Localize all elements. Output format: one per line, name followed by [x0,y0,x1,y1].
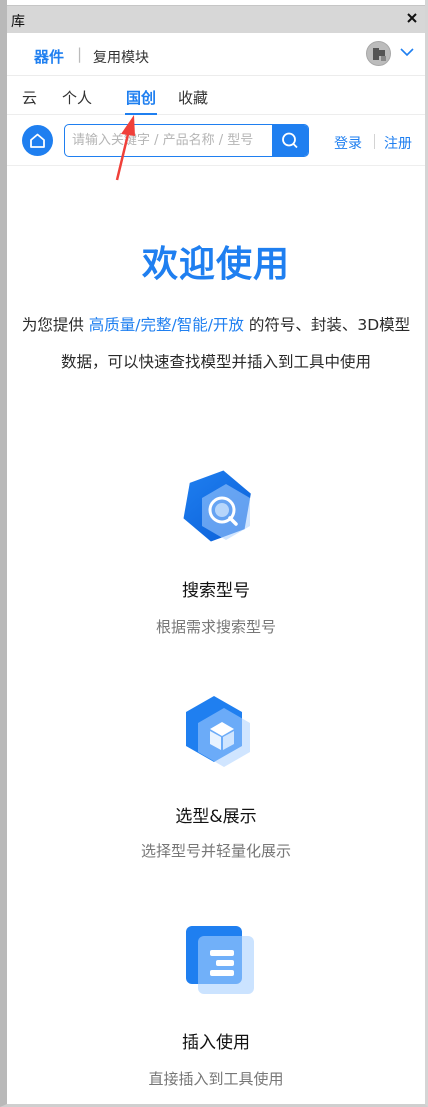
feature-description: 直接插入到工具使用 [148,1070,284,1088]
home-button[interactable] [22,125,53,156]
feature-title: 搜索型号 [182,581,250,601]
search-input[interactable] [65,125,273,156]
search-hexagon-icon [183,470,251,542]
feature-title: 插入使用 [182,1033,250,1053]
search-field [64,124,309,157]
welcome-heading: 欢迎使用 [141,244,290,285]
feature-description: 根据需求搜索型号 [155,618,276,636]
register-link[interactable]: 注册 [384,133,412,153]
welcome-intro: 为您提供 高质量/完整/智能/开放 的符号、封装、3D模型数据，可以快速查找模型… [17,307,415,381]
tab-favorites[interactable]: 收藏 [178,87,208,108]
chevron-down-icon[interactable] [399,46,415,58]
search-bar-row: 登录 注册 [7,116,425,166]
feature-description: 选择型号并轻量化展示 [140,842,291,860]
tab-guochuang[interactable]: 国创 [126,87,156,108]
close-icon[interactable] [405,11,419,25]
active-tab-indicator [125,113,157,115]
cube-hexagon-icon [186,696,250,767]
library-tabs: 云 个人 国创 收藏 [7,77,425,115]
search-icon [282,132,298,149]
login-link[interactable]: 登录 [334,133,362,153]
segment-divider: | [77,45,83,63]
home-icon [30,133,45,148]
intro-prefix: 为您提供 [21,316,89,334]
auth-divider [374,134,375,149]
search-button[interactable] [272,125,308,156]
insert-blocks-icon [186,926,254,994]
tab-personal[interactable]: 个人 [62,87,92,108]
segment-reuse-modules[interactable]: 复用模块 [93,47,149,67]
intro-highlight: 高质量/完整/智能/开放 [88,316,244,334]
avatar[interactable] [366,41,391,66]
panel-titlebar: 库 [7,5,425,33]
tab-cloud[interactable]: 云 [22,87,37,108]
panel-header: 器件 | 复用模块 [7,34,425,76]
feature-title: 选型&展示 [175,807,257,827]
segment-components[interactable]: 器件 [34,46,64,67]
panel-title: 库 [11,14,25,30]
